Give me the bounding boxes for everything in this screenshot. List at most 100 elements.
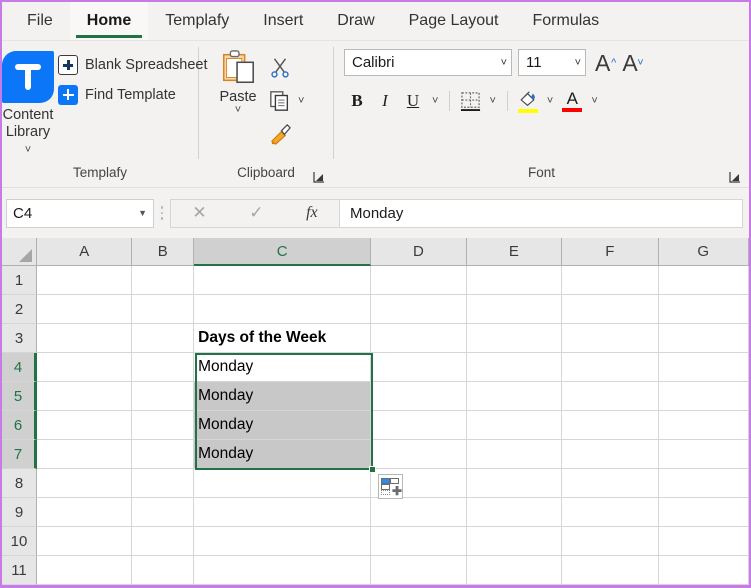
cell-c8[interactable] (194, 469, 372, 498)
name-box[interactable]: C4 ▼ (6, 198, 154, 228)
cell-a4[interactable] (37, 353, 133, 382)
cell-a10[interactable] (37, 527, 133, 556)
cell-e11[interactable] (466, 556, 563, 585)
cell-g11[interactable] (658, 556, 749, 585)
cell-d4[interactable] (371, 353, 467, 382)
select-all-corner[interactable] (2, 238, 37, 266)
cell-b4[interactable] (132, 353, 195, 382)
cell-c5[interactable]: Monday (194, 382, 372, 411)
chevron-down-icon[interactable]: ˅ (235, 105, 241, 116)
cell-a8[interactable] (37, 469, 133, 498)
cell-a7[interactable] (37, 440, 133, 469)
cell-g3[interactable] (658, 324, 749, 353)
cell-d11[interactable] (371, 556, 467, 585)
cell-e1[interactable] (466, 266, 563, 295)
italic-button[interactable]: I (372, 88, 398, 114)
cell-f9[interactable] (562, 498, 659, 527)
formula-input[interactable]: Monday (340, 198, 743, 228)
cell-g10[interactable] (658, 527, 749, 556)
chevron-down-icon[interactable]: ˅ (485, 95, 499, 107)
cell-f11[interactable] (562, 556, 659, 585)
grow-font-button[interactable]: A ^ (592, 50, 616, 76)
row-header-1[interactable]: 1 (2, 266, 37, 295)
shrink-font-button[interactable]: A ˅ (619, 50, 643, 76)
column-header-b[interactable]: B (132, 238, 195, 266)
cell-c11[interactable] (194, 556, 372, 585)
tab-home[interactable]: Home (69, 2, 149, 40)
cell-f7[interactable] (562, 440, 659, 469)
cell-b10[interactable] (132, 527, 195, 556)
column-header-f[interactable]: F (562, 238, 659, 266)
font-size-combobox[interactable]: 11 ˅ (518, 49, 586, 76)
format-painter-button[interactable] (269, 119, 308, 149)
row-header-9[interactable]: 9 (2, 498, 37, 527)
row-header-4[interactable]: 4 (2, 353, 37, 382)
chevron-down-icon[interactable]: ˅ (587, 95, 601, 107)
row-header-10[interactable]: 10 (2, 527, 37, 556)
cell-b11[interactable] (132, 556, 195, 585)
cell-a9[interactable] (37, 498, 133, 527)
cell-f4[interactable] (562, 353, 659, 382)
row-header-6[interactable]: 6 (2, 411, 37, 440)
tab-page-layout[interactable]: Page Layout (392, 2, 516, 40)
cell-e8[interactable] (466, 469, 563, 498)
cell-g7[interactable] (658, 440, 749, 469)
cut-button[interactable] (269, 53, 308, 83)
cell-f10[interactable] (562, 527, 659, 556)
cell-c4[interactable]: Monday (194, 353, 372, 382)
cell-c7[interactable]: Monday (194, 440, 372, 469)
cell-g9[interactable] (658, 498, 749, 527)
cell-d2[interactable] (371, 295, 467, 324)
tab-formulas[interactable]: Formulas (515, 2, 616, 40)
cell-a2[interactable] (37, 295, 133, 324)
insert-function-button[interactable]: fx (298, 204, 326, 222)
cancel-formula-button[interactable]: ✕ (184, 203, 214, 223)
chevron-down-icon[interactable]: ˅ (543, 95, 557, 107)
cell-e5[interactable] (466, 382, 563, 411)
chevron-down-icon[interactable]: ˅ (294, 95, 308, 107)
content-library-button[interactable]: Content Library ˅ (2, 49, 54, 158)
row-header-5[interactable]: 5 (2, 382, 37, 411)
cell-f1[interactable] (562, 266, 659, 295)
cell-d5[interactable] (371, 382, 467, 411)
blank-spreadsheet-button[interactable]: Blank Spreadsheet (58, 55, 208, 75)
font-name-combobox[interactable]: Calibri ˅ (344, 49, 512, 76)
tab-insert[interactable]: Insert (246, 2, 320, 40)
cell-c6[interactable]: Monday (194, 411, 372, 440)
cell-c9[interactable] (194, 498, 372, 527)
cell-e2[interactable] (466, 295, 563, 324)
column-header-g[interactable]: G (658, 238, 749, 266)
cell-e9[interactable] (466, 498, 563, 527)
cell-e10[interactable] (466, 527, 563, 556)
cell-g1[interactable] (658, 266, 749, 295)
cell-b8[interactable] (132, 469, 195, 498)
cell-e6[interactable] (466, 411, 563, 440)
row-header-3[interactable]: 3 (2, 324, 37, 353)
cell-b3[interactable] (132, 324, 195, 353)
cell-b6[interactable] (132, 411, 195, 440)
bold-button[interactable]: B (344, 88, 370, 114)
cell-c3[interactable]: Days of the Week (194, 324, 372, 353)
cell-f8[interactable] (562, 469, 659, 498)
underline-button[interactable]: U (400, 88, 426, 114)
cell-d7[interactable] (371, 440, 467, 469)
cell-g8[interactable] (658, 469, 749, 498)
cell-d1[interactable] (371, 266, 467, 295)
cell-e3[interactable] (466, 324, 563, 353)
cell-a1[interactable] (37, 266, 133, 295)
cell-a5[interactable] (37, 382, 133, 411)
cell-g2[interactable] (658, 295, 749, 324)
cell-b9[interactable] (132, 498, 195, 527)
copy-button[interactable]: ˅ (269, 86, 308, 116)
cell-a3[interactable] (37, 324, 133, 353)
column-header-e[interactable]: E (466, 238, 563, 266)
column-header-a[interactable]: A (37, 238, 133, 266)
cell-c1[interactable] (194, 266, 372, 295)
cell-d3[interactable] (371, 324, 467, 353)
enter-formula-button[interactable]: ✓ (241, 203, 271, 223)
cell-f5[interactable] (562, 382, 659, 411)
row-header-11[interactable]: 11 (2, 556, 37, 585)
cell-f2[interactable] (562, 295, 659, 324)
row-header-2[interactable]: 2 (2, 295, 37, 324)
cell-g4[interactable] (658, 353, 749, 382)
